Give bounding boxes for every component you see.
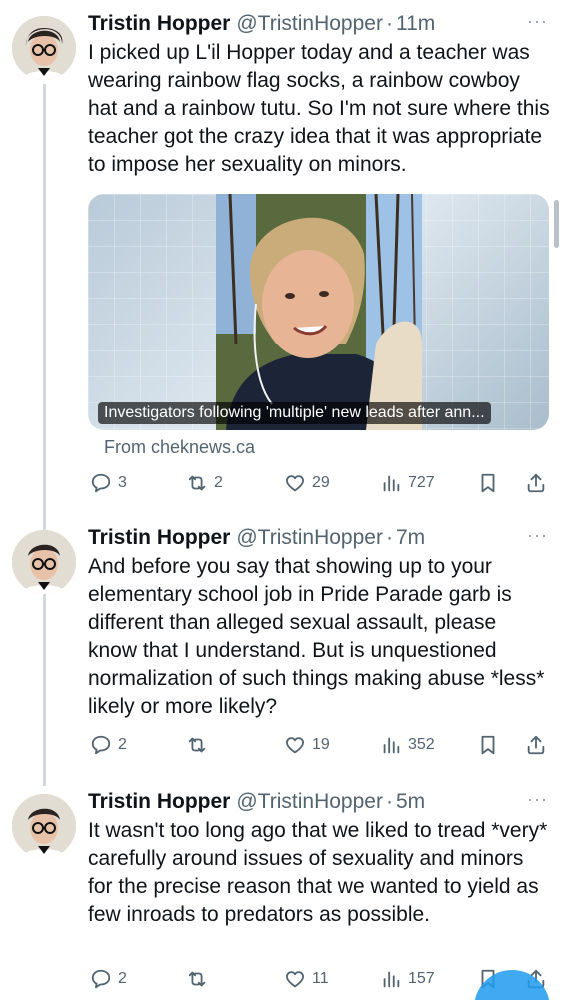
separator: · (385, 526, 393, 549)
like-button[interactable]: 29 (284, 468, 330, 498)
views-button[interactable]: 157 (380, 964, 435, 994)
reply-icon (91, 735, 111, 755)
views-icon (383, 475, 400, 492)
timestamp[interactable]: 11m (396, 10, 435, 38)
reply-icon (91, 969, 111, 989)
like-button[interactable]: 19 (284, 730, 330, 760)
more-options-icon[interactable]: ··· (527, 790, 548, 808)
tweet-text: And before you say that showing up to yo… (88, 555, 551, 718)
like-button[interactable]: 11 (284, 964, 329, 994)
reply-count: 2 (118, 736, 127, 753)
views-count: 352 (408, 736, 435, 753)
retweet-icon (188, 475, 206, 491)
action-bar: 2 19 352 (88, 730, 550, 760)
tweet[interactable]: Tristin Hopper @TristinHopper · 7m ··· A… (0, 514, 562, 780)
retweet-button[interactable] (186, 964, 214, 994)
share-button[interactable] (525, 468, 547, 498)
tweet[interactable]: Tristin Hopper @TristinHopper · 5m ··· I… (0, 778, 562, 1000)
reply-button[interactable]: 3 (90, 468, 127, 498)
reply-count: 3 (118, 474, 127, 491)
share-icon (527, 473, 545, 493)
timeline: Tristin Hopper @TristinHopper · 11m ··· … (0, 0, 562, 1000)
reply-button[interactable]: 2 (90, 730, 127, 760)
display-name[interactable]: Tristin Hopper (88, 788, 230, 816)
retweet-icon (188, 737, 206, 753)
card-caption: Investigators following 'multiple' new l… (98, 402, 491, 424)
views-icon (383, 737, 400, 754)
card-image (216, 194, 422, 430)
share-button[interactable] (525, 730, 547, 760)
timestamp[interactable]: 7m (396, 524, 425, 552)
user-handle[interactable]: @TristinHopper (236, 10, 383, 38)
reply-count: 2 (118, 970, 127, 987)
display-name[interactable]: Tristin Hopper (88, 524, 230, 552)
avatar[interactable] (12, 530, 76, 594)
views-button[interactable]: 727 (380, 468, 435, 498)
bookmark-icon (481, 735, 495, 755)
reply-icon (91, 473, 111, 493)
views-icon (383, 971, 400, 988)
retweet-button[interactable]: 2 (186, 468, 223, 498)
like-count: 29 (312, 474, 330, 491)
heart-icon (286, 475, 304, 492)
views-count: 157 (408, 970, 435, 987)
scrollbar[interactable] (554, 200, 559, 248)
tweet-header: Tristin Hopper @TristinHopper · 7m (88, 524, 550, 552)
bookmark-icon (481, 473, 495, 493)
user-handle[interactable]: @TristinHopper (236, 524, 383, 552)
timestamp[interactable]: 5m (396, 788, 425, 816)
retweet-count: 2 (214, 474, 223, 491)
action-bar: 3 2 29 727 (88, 468, 550, 498)
tweet-header: Tristin Hopper @TristinHopper · 5m (88, 788, 550, 816)
heart-icon (286, 737, 304, 754)
like-count: 19 (312, 736, 330, 753)
separator: · (385, 12, 393, 35)
bookmark-button[interactable] (477, 730, 499, 760)
views-button[interactable]: 352 (380, 730, 435, 760)
separator: · (385, 790, 393, 813)
display-name[interactable]: Tristin Hopper (88, 10, 230, 38)
user-handle[interactable]: @TristinHopper (236, 788, 383, 816)
tweet-text: I picked up L'il Hopper today and a teac… (88, 41, 556, 176)
link-card[interactable]: Investigators following 'multiple' new l… (88, 194, 549, 430)
tweet-text: It wasn't too long ago that we liked to … (88, 819, 554, 926)
share-icon (527, 735, 545, 755)
bookmark-button[interactable] (477, 468, 499, 498)
card-source[interactable]: From cheknews.ca (104, 437, 255, 458)
more-options-icon[interactable]: ··· (527, 526, 548, 544)
reply-button[interactable]: 2 (90, 964, 127, 994)
views-count: 727 (408, 474, 435, 491)
tweet-header: Tristin Hopper @TristinHopper · 11m (88, 10, 550, 38)
tweet[interactable]: Tristin Hopper @TristinHopper · 11m ··· … (0, 0, 562, 510)
like-count: 11 (312, 970, 329, 987)
avatar[interactable] (12, 16, 76, 80)
heart-icon (286, 971, 304, 988)
avatar[interactable] (12, 794, 76, 858)
more-options-icon[interactable]: ··· (527, 12, 548, 30)
retweet-button[interactable] (186, 730, 214, 760)
retweet-icon (188, 971, 206, 987)
